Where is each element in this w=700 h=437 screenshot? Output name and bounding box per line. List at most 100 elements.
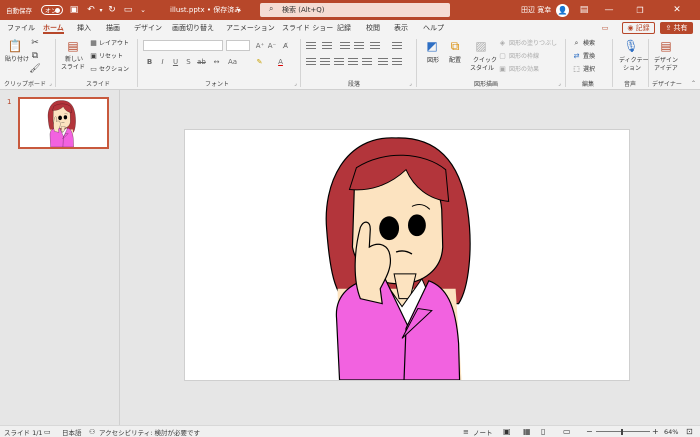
tab-view[interactable]: 表示: [394, 20, 408, 35]
shrink-font-icon[interactable]: A⁻: [267, 41, 277, 50]
start-slideshow-icon[interactable]: ▭: [122, 0, 134, 20]
accessibility-icon[interactable]: ⚇: [89, 426, 95, 437]
shapes-label[interactable]: 図形: [427, 57, 439, 65]
copy-icon[interactable]: ⧉: [30, 51, 40, 61]
slide-thumbnail[interactable]: [18, 97, 109, 149]
reset-icon[interactable]: ▣: [89, 52, 98, 60]
text-direction-icon[interactable]: [392, 42, 402, 50]
new-slide-label-2[interactable]: スライド: [61, 64, 85, 72]
minimize-icon[interactable]: —: [600, 0, 618, 20]
shapes-icon[interactable]: ◩: [423, 38, 441, 54]
shape-fill-icon[interactable]: ◈: [498, 39, 507, 47]
char-spacing-icon[interactable]: ↔: [212, 57, 221, 66]
restore-icon[interactable]: ❐: [631, 0, 649, 20]
user-name[interactable]: 田辺 寛幸: [521, 0, 551, 20]
undo-dropdown-icon[interactable]: ▾: [98, 0, 104, 20]
select-button[interactable]: 選択: [583, 66, 595, 74]
bullets-icon[interactable]: [306, 42, 316, 50]
record-button[interactable]: ◉ 記録: [622, 22, 655, 34]
shape-effects-button[interactable]: 図形の効果: [509, 66, 539, 74]
new-slide-icon[interactable]: ▤: [64, 38, 82, 54]
share-button[interactable]: ⇪ 共有: [660, 22, 693, 34]
shape-effects-icon[interactable]: ▣: [498, 65, 507, 73]
numbering-icon[interactable]: [322, 42, 332, 50]
save-icon[interactable]: ▣: [68, 0, 80, 20]
italic-icon[interactable]: I: [158, 57, 167, 66]
slideshow-view-icon[interactable]: ▭: [563, 426, 571, 437]
font-size-input[interactable]: [226, 40, 250, 51]
replace-icon[interactable]: ⇄: [572, 52, 581, 60]
shape-outline-button[interactable]: 図形の枠線: [509, 53, 539, 61]
language-indicator[interactable]: 日本語: [62, 426, 82, 437]
new-slide-label[interactable]: 新しい: [65, 56, 83, 64]
normal-view-icon[interactable]: ▣: [503, 426, 511, 437]
tab-insert[interactable]: 挿入: [77, 20, 91, 35]
accessibility-status[interactable]: アクセシビリティ: 検討が必要です: [99, 426, 200, 437]
align-center-icon[interactable]: [320, 58, 330, 66]
highlight-icon[interactable]: ✎: [255, 57, 264, 66]
clipboard-launcher-icon[interactable]: ⌟: [46, 79, 55, 88]
avatar[interactable]: 👤: [556, 4, 569, 17]
find-button[interactable]: 検索: [583, 40, 595, 48]
increase-indent-icon[interactable]: [354, 42, 364, 50]
find-icon[interactable]: ⌕: [572, 39, 581, 47]
slide-sorter-icon[interactable]: ▦: [523, 426, 531, 437]
shape-outline-icon[interactable]: ▢: [498, 52, 507, 60]
grow-font-icon[interactable]: A⁺: [255, 41, 265, 50]
section-button[interactable]: セクション: [99, 66, 129, 74]
bold-icon[interactable]: B: [145, 57, 154, 66]
tab-slideshow[interactable]: スライド ショー: [282, 20, 333, 35]
paste-icon[interactable]: 📋: [6, 38, 24, 54]
autosave-toggle[interactable]: オン: [41, 5, 63, 15]
collapse-ribbon-icon[interactable]: ⌃: [689, 79, 698, 88]
tab-help[interactable]: ヘルプ: [423, 20, 444, 35]
justify-icon[interactable]: [348, 58, 358, 66]
designer-icon[interactable]: ▤: [657, 38, 675, 54]
replace-button[interactable]: 置換: [583, 53, 595, 61]
decrease-indent-icon[interactable]: [340, 42, 350, 50]
quick-styles-label[interactable]: クイック: [473, 57, 497, 65]
reset-button[interactable]: リセット: [99, 53, 123, 61]
tab-home[interactable]: ホーム: [43, 20, 64, 35]
zoom-level[interactable]: 64%: [664, 426, 678, 437]
layout-icon[interactable]: ▦: [89, 39, 98, 47]
drawing-launcher-icon[interactable]: ⌟: [555, 79, 564, 88]
customize-toolbar-icon[interactable]: ⌄: [138, 0, 148, 20]
comments-icon[interactable]: ▭: [598, 22, 612, 34]
dictate-label-2[interactable]: ション: [623, 65, 641, 73]
reading-view-icon[interactable]: ▯: [541, 426, 545, 437]
search-box[interactable]: ⌕ 検索 (Alt+Q): [260, 3, 450, 17]
notes-button[interactable]: ノート: [473, 426, 493, 437]
tab-draw[interactable]: 描画: [106, 20, 120, 35]
tab-file[interactable]: ファイル: [7, 20, 35, 35]
shape-fill-button[interactable]: 図形の塗りつぶし: [509, 40, 557, 48]
arrange-label[interactable]: 配置: [449, 57, 461, 65]
tab-animations[interactable]: アニメーション: [226, 20, 275, 35]
slide-canvas[interactable]: [184, 129, 630, 381]
tab-transitions[interactable]: 画面切り替え: [172, 20, 214, 35]
paragraph-launcher-icon[interactable]: ⌟: [406, 79, 415, 88]
notes-icon[interactable]: ≡: [463, 426, 469, 437]
dictate-label[interactable]: ディクテー: [619, 57, 649, 65]
cut-icon[interactable]: ✂: [30, 38, 40, 48]
align-right-icon[interactable]: [334, 58, 344, 66]
fit-to-window-icon[interactable]: ⊡: [686, 426, 693, 437]
tab-record[interactable]: 記録: [337, 20, 351, 35]
change-case-icon[interactable]: Aa: [228, 57, 237, 66]
strikethrough-icon[interactable]: ab: [197, 57, 206, 66]
zoom-slider[interactable]: [596, 426, 650, 437]
section-icon[interactable]: ▭: [89, 65, 98, 73]
columns-icon[interactable]: [378, 58, 388, 66]
close-icon[interactable]: ✕: [668, 0, 686, 20]
title-dropdown-icon[interactable]: ▾: [237, 0, 240, 20]
designer-label-2[interactable]: アイデア: [654, 65, 678, 73]
ribbon-display-icon[interactable]: ▤: [577, 0, 591, 20]
redo-icon[interactable]: ↻: [106, 0, 118, 20]
font-name-input[interactable]: [143, 40, 223, 51]
distributed-icon[interactable]: [362, 58, 372, 66]
align-left-icon[interactable]: [306, 58, 316, 66]
select-icon[interactable]: ⬚: [572, 65, 581, 73]
font-color-icon[interactable]: A: [276, 57, 285, 66]
zoom-out-icon[interactable]: −: [586, 426, 593, 437]
quick-styles-label-2[interactable]: スタイル: [470, 65, 494, 73]
